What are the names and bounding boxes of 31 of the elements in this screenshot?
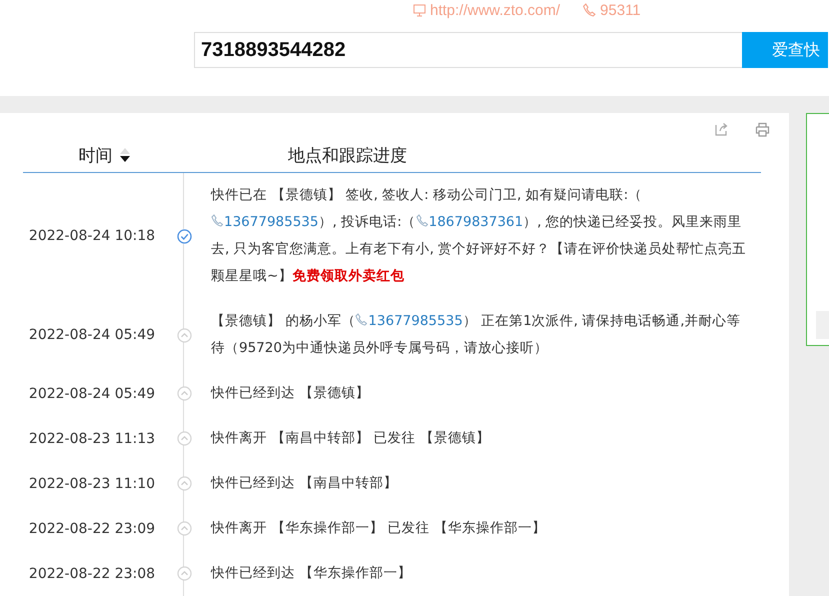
event-time: 2022-08-22 23:09 (28, 520, 156, 536)
phone-icon (355, 313, 368, 326)
event-description: 快件已经到达 【华东操作部一】 (211, 564, 412, 583)
event-time: 2022-08-24 10:18 (28, 228, 156, 244)
tracking-number-field[interactable]: 7318893544282 (194, 32, 742, 68)
event-description: 快件已经到达 【南昌中转部】 (211, 474, 398, 493)
event-description: 快件离开 【南昌中转部】 已发往 【景德镇】 (211, 429, 491, 448)
monitor-icon (413, 4, 426, 16)
phone-icon (211, 214, 223, 227)
event-description: 【景德镇】 的杨小军（ 13677985535） 正在第1次派件, 请保持电话畅通,并耐心等待（95720为中通快递员外呼专属号码，请放心接听） (211, 312, 742, 358)
column-header: 地点和跟踪进度 (288, 144, 407, 166)
hotline-number: 95311 (600, 2, 641, 18)
event-time: 2022-08-24 05:49 (28, 327, 156, 343)
phone-icon (582, 3, 596, 17)
phone-link[interactable]: 18679837361 (416, 214, 524, 230)
event-description: 快件已经到达 【景德镇】 (211, 384, 370, 403)
event-time: 2022-08-24 05:49 (28, 386, 156, 402)
event-time: 2022-08-22 23:08 (28, 566, 156, 582)
promo-link[interactable]: 免费领取外卖红包 (292, 268, 404, 284)
event-time: 2022-08-23 11:10 (28, 476, 156, 492)
column-header[interactable]: 时间 (78, 144, 112, 166)
phone-icon (416, 214, 428, 227)
search-button[interactable]: 爱查快 (742, 32, 828, 68)
phone-link[interactable]: 13677985535 (211, 214, 318, 230)
event-time: 2022-08-23 11:13 (28, 430, 156, 446)
sort-icon[interactable] (118, 147, 130, 163)
phone-link[interactable]: 13677985535 (355, 313, 463, 329)
print-icon[interactable] (755, 122, 770, 137)
event-description: 快件离开 【华东操作部一】 已发往 【华东操作部一】 (211, 519, 547, 538)
share-icon[interactable] (714, 122, 729, 137)
event-description: 快件已在 【景德镇】 签收, 签收人: 移动公司门卫, 如有疑问请电联:（ 13677985535）, 投诉电话:（ 18679837361）, 您的快递已经妥投。风里来雨里去, 只为客官您满意。上有老下有小, 赏个好评好不好？【请在评价快递员处帮忙点亮五颗星星哦~】免费领取外卖红包 (211, 186, 748, 286)
